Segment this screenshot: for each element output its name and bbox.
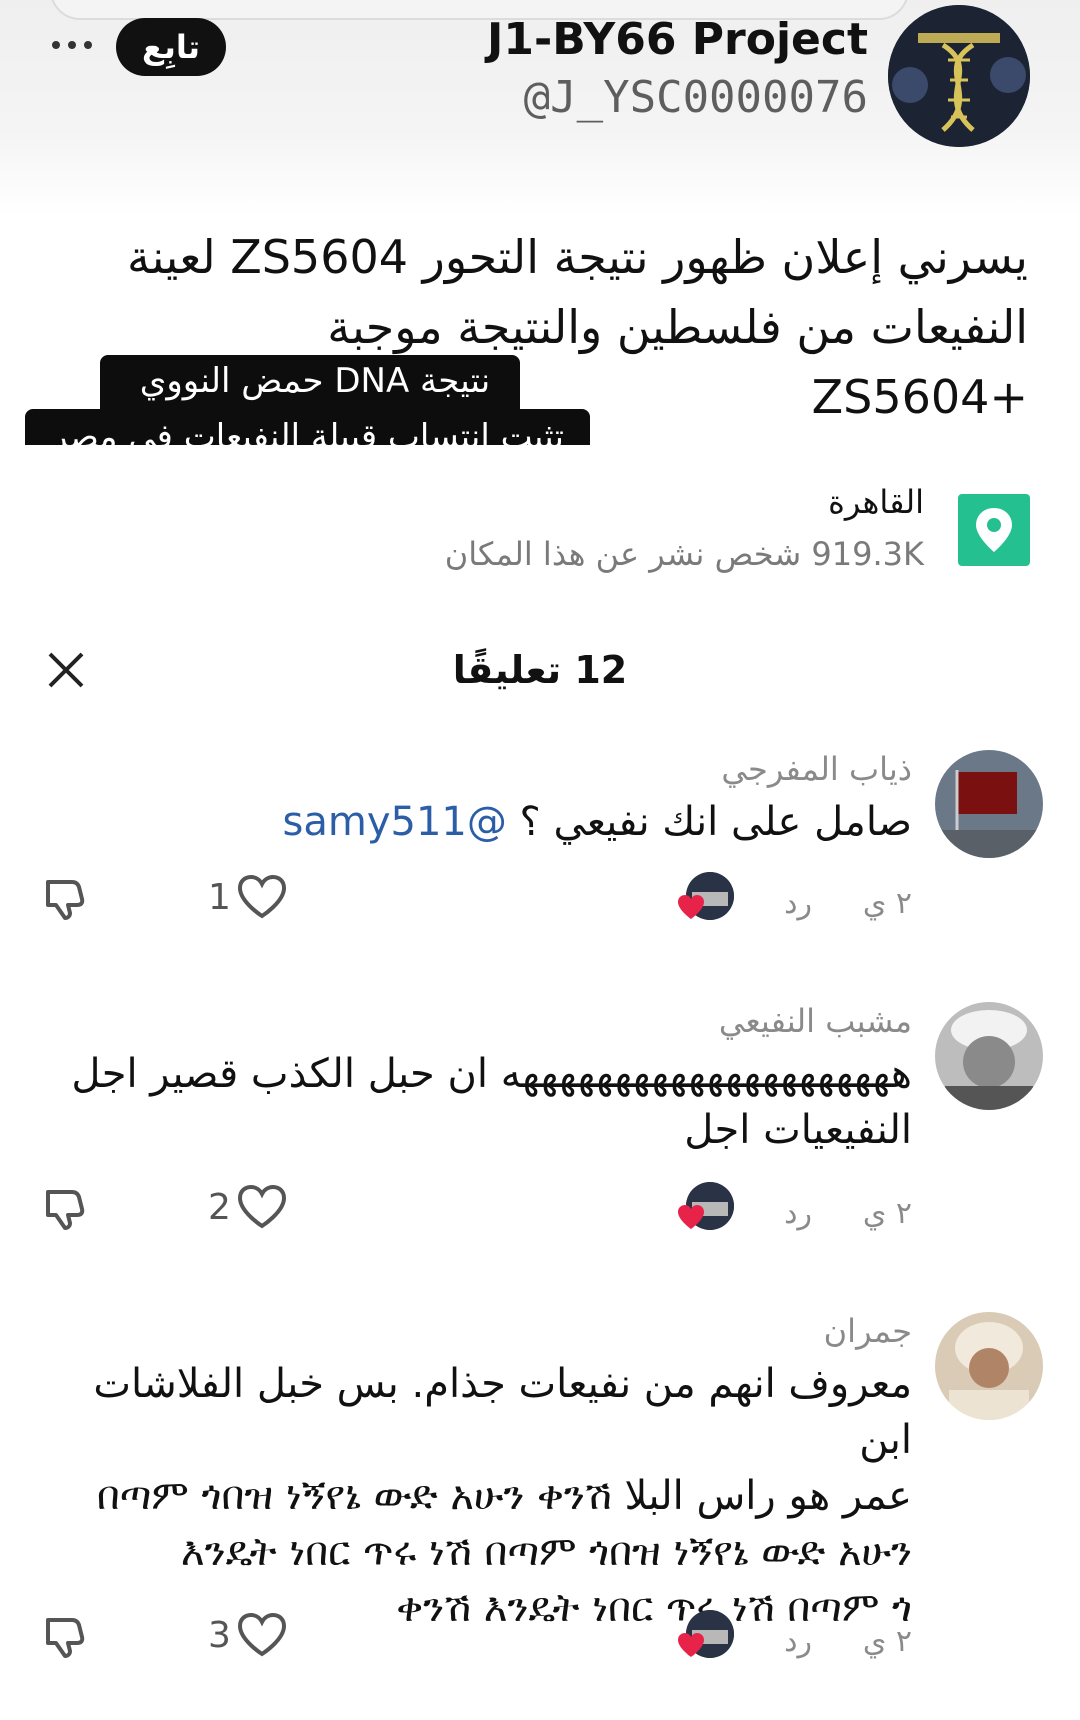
comment-username[interactable]: مشبب النفيعي	[719, 1002, 912, 1040]
account-avatar[interactable]	[888, 5, 1030, 147]
liked-heart-icon	[678, 1205, 704, 1229]
comment-body: صامل على انك نفيعي ؟	[506, 799, 912, 845]
commenter-avatar[interactable]	[935, 750, 1043, 858]
post-caption-line: يسرني إعلان ظهور نتيجة التحور ZS5604 لعي…	[126, 230, 1028, 284]
dislike-icon[interactable]	[42, 1184, 88, 1230]
comment-line: عمر هو راس البلا በጣም ጎበዝ ነኝየኔ ውድ አሁን ቀንሽ	[96, 1473, 912, 1519]
dislike-icon[interactable]	[42, 1612, 88, 1658]
dna-logo-image	[888, 5, 1030, 147]
comment-line: صامل على انك نفيعي ؟ @samy511	[52, 794, 913, 850]
close-comments-button[interactable]	[44, 648, 88, 692]
heart-icon	[237, 874, 286, 919]
comments-count-title: 12 تعليقًا	[0, 648, 1080, 704]
comments-count: 12	[574, 648, 628, 692]
reply-button[interactable]: رد	[784, 1624, 812, 1659]
close-icon	[48, 652, 84, 688]
comment-mention[interactable]: @samy511	[283, 799, 507, 845]
comments-title: تعليقًا	[452, 648, 562, 692]
location-name[interactable]: القاهرة	[828, 483, 924, 521]
liked-heart-icon	[678, 1633, 704, 1657]
like-button[interactable]: 3	[208, 1610, 298, 1660]
comment-time: ٢ ي	[862, 1624, 912, 1659]
comment-username[interactable]: ذياب المفرجي	[721, 750, 912, 788]
like-count: 1	[208, 876, 231, 918]
location-stats: 919.3K شخص نشر عن هذا المكان	[445, 535, 924, 573]
comment-actions: ٢ ي رد 3	[0, 1610, 1080, 1670]
overlay-line-1: نتيجة DNA حمض النووي	[139, 361, 491, 401]
more-dot	[84, 41, 92, 49]
comment-line: معروف انهم من نفيعات جذام. بس خبل الفلاش…	[93, 1361, 912, 1463]
comment-time: ٢ ي	[862, 886, 912, 921]
video-caption-overlay: نتيجة DNA حمض النووي تثبت انتساب قبيلة ا…	[25, 355, 590, 445]
comment-line: እንዴት ነበር ጥሩ ነሽ በጣም ጎበዝ ነኝየኔ ውድ አሁን	[180, 1529, 912, 1575]
reply-button[interactable]: رد	[784, 886, 812, 921]
location-posts-count: 919.3K	[811, 535, 924, 573]
commenter-avatar[interactable]	[935, 1312, 1043, 1420]
more-dot	[68, 41, 76, 49]
comment-actions: ٢ ي رد 1	[0, 872, 1080, 932]
more-horizontal-icon	[52, 41, 60, 49]
post-caption-line: النفيعات من فلسطين والنتيجة موجبة	[327, 300, 1028, 354]
like-button[interactable]: 2	[208, 1182, 298, 1232]
like-count: 2	[208, 1186, 231, 1228]
comment-time: ٢ ي	[862, 1196, 912, 1231]
dislike-icon[interactable]	[42, 874, 88, 920]
comment-line: هههههههههههههههههههههه ان حبل الكذب قصير…	[71, 1051, 912, 1097]
liked-heart-icon	[678, 895, 704, 919]
commenter-avatar[interactable]	[935, 1002, 1043, 1110]
like-button[interactable]: 1	[208, 872, 298, 922]
follow-button[interactable]: تابِع	[116, 18, 226, 76]
comment-text: صامل على انك نفيعي ؟ @samy511	[52, 794, 913, 850]
account-handle[interactable]: @J_YSC0000076	[524, 72, 868, 123]
comment-username[interactable]: جمران	[824, 1312, 912, 1350]
heart-icon	[237, 1612, 286, 1657]
account-name[interactable]: J1-BY66 Project	[487, 14, 868, 65]
overlay-line-2: تثبت انتساب قبيلة النفيعات في مصر	[51, 417, 564, 445]
more-options-button[interactable]	[52, 30, 92, 60]
comment-text: معروف انهم من نفيعات جذام. بس خبل الفلاش…	[52, 1356, 912, 1636]
heart-icon	[237, 1184, 286, 1229]
comment-text: هههههههههههههههههههههه ان حبل الكذب قصير…	[52, 1046, 912, 1158]
comment-actions: ٢ ي رد 2	[0, 1182, 1080, 1242]
location-posts-label: شخص نشر عن هذا المكان	[444, 535, 802, 573]
like-count: 3	[208, 1614, 231, 1656]
comment-line: النفيعيات اجل	[684, 1107, 912, 1153]
location-pin-icon[interactable]	[958, 494, 1030, 566]
reply-button[interactable]: رد	[784, 1196, 812, 1231]
